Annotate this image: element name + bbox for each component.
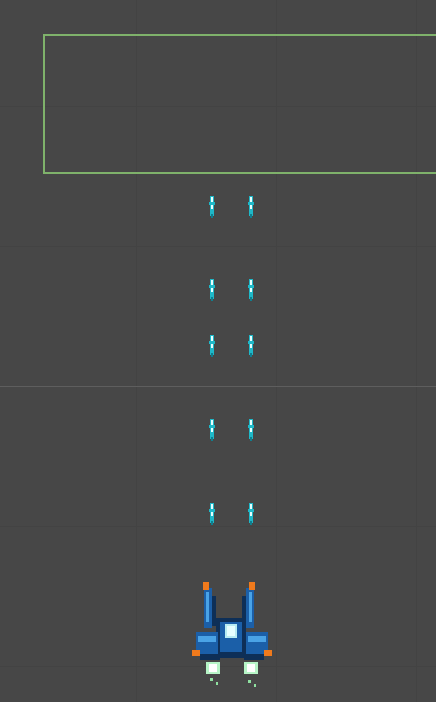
laser-bullet-icon [209, 279, 215, 301]
laser-bullet-icon [248, 279, 254, 301]
laser-bullet-icon [248, 196, 254, 218]
laser-bullet-icon [209, 503, 215, 525]
laser-bullet-icon [209, 196, 215, 218]
laser-bullet-icon [248, 335, 254, 357]
laser-bullet-icon [209, 419, 215, 441]
grid-line [0, 526, 436, 527]
scene-axis-line [0, 386, 436, 387]
laser-bullet-icon [209, 335, 215, 357]
grid-line [0, 246, 436, 247]
laser-bullet-icon [248, 503, 254, 525]
spaceship-icon[interactable] [190, 578, 274, 694]
spawn-bounds-box[interactable] [43, 34, 436, 174]
laser-bullet-icon [248, 419, 254, 441]
